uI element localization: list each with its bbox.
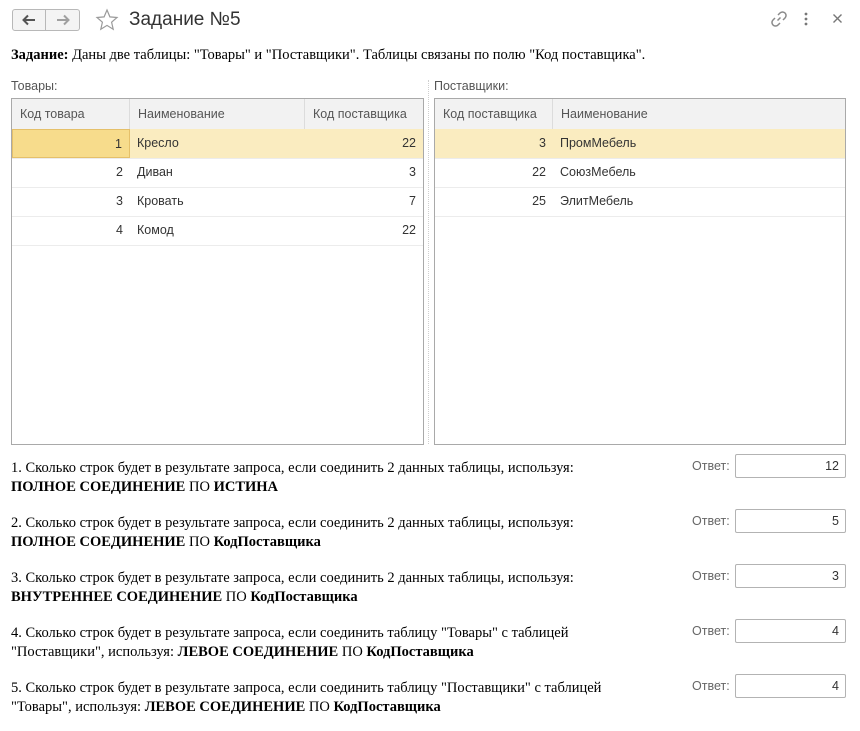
cell-code[interactable]: 1: [12, 129, 130, 158]
question-text: 5. Сколько строк будет в результате запр…: [11, 680, 602, 696]
suppliers-table[interactable]: Код поставщика Наименование 3 ПромМебель…: [434, 98, 846, 445]
cell-supplier-code[interactable]: 7: [305, 187, 423, 216]
question-condition: ПОЛНОЕ СОЕДИНЕНИЕ ПО КодПоставщика: [11, 533, 574, 552]
table-row[interactable]: 1 Кресло 22: [12, 129, 423, 159]
answer-input-2[interactable]: [735, 509, 846, 533]
suppliers-table-label: Поставщики:: [434, 79, 509, 93]
answer-label: Ответ:: [692, 679, 730, 693]
cell-code[interactable]: 3: [12, 187, 130, 216]
join-condition: КодПоставщика: [213, 534, 321, 550]
join-keyword: ПО: [222, 589, 251, 605]
task-description: Задание: Даны две таблицы: "Товары" и "П…: [11, 47, 645, 64]
question-text: 3. Сколько строк будет в результате запр…: [11, 570, 574, 586]
join-keyword: ПО: [338, 644, 367, 660]
table-row[interactable]: 3 ПромМебель: [435, 129, 845, 159]
cell-name[interactable]: ЭлитМебель: [553, 187, 845, 216]
cell-supplier-code[interactable]: 3: [435, 129, 553, 158]
arrow-right-icon: [56, 14, 70, 26]
cell-supplier-code[interactable]: 3: [305, 158, 423, 187]
question-condition: "Товары", используя: ЛЕВОЕ СОЕДИНЕНИЕ ПО…: [11, 698, 601, 717]
suppliers-table-header: Код поставщика Наименование: [435, 99, 845, 130]
task-text: Даны две таблицы: "Товары" и "Поставщики…: [68, 47, 646, 63]
group-separator: [428, 80, 429, 444]
close-icon[interactable]: [832, 13, 843, 24]
cell-code[interactable]: 4: [12, 216, 130, 245]
answer-input-4[interactable]: [735, 619, 846, 643]
join-type: ЛЕВОЕ СОЕДИНЕНИЕ: [144, 699, 306, 715]
cell-name[interactable]: Кресло: [130, 129, 305, 158]
cell-supplier-code[interactable]: 22: [305, 129, 423, 158]
goods-table-label: Товары:: [11, 79, 58, 93]
join-type: ПОЛНОЕ СОЕДИНЕНИЕ: [11, 479, 186, 495]
question-text-cont: "Поставщики", используя:: [11, 644, 178, 660]
table-row[interactable]: 4 Комод 22: [12, 216, 423, 246]
answer-label: Ответ:: [692, 624, 730, 638]
answer-label: Ответ:: [692, 514, 730, 528]
cell-code[interactable]: 2: [12, 158, 130, 187]
cell-name[interactable]: Кровать: [130, 187, 305, 216]
window-title: Задание №5: [129, 9, 241, 30]
question-1: 1. Сколько строк будет в результате запр…: [11, 459, 574, 497]
join-type: ВНУТРЕННЕЕ СОЕДИНЕНИЕ: [11, 589, 223, 605]
question-5: 5. Сколько строк будет в результате запр…: [11, 679, 601, 717]
join-condition: КодПоставщика: [250, 589, 358, 605]
arrow-left-icon: [22, 14, 35, 26]
link-icon[interactable]: [770, 10, 788, 28]
task-label: Задание:: [11, 47, 69, 63]
goods-table-header: Код товара Наименование Код поставщика: [12, 99, 423, 130]
question-condition: "Поставщики", используя: ЛЕВОЕ СОЕДИНЕНИ…: [11, 643, 569, 662]
forward-button[interactable]: [46, 9, 80, 31]
join-keyword: ПО: [185, 534, 214, 550]
star-icon[interactable]: [95, 8, 119, 32]
column-header-code[interactable]: Код товара: [12, 99, 130, 129]
cell-supplier-code[interactable]: 25: [435, 187, 553, 216]
question-text: 4. Сколько строк будет в результате запр…: [11, 625, 569, 641]
question-condition: ПОЛНОЕ СОЕДИНЕНИЕ ПО ИСТИНА: [11, 478, 574, 497]
question-4: 4. Сколько строк будет в результате запр…: [11, 624, 569, 662]
answer-label: Ответ:: [692, 569, 730, 583]
cell-name[interactable]: СоюзМебель: [553, 158, 845, 187]
join-type: ПОЛНОЕ СОЕДИНЕНИЕ: [11, 534, 186, 550]
table-row[interactable]: 22 СоюзМебель: [435, 158, 845, 188]
goods-table[interactable]: Код товара Наименование Код поставщика 1…: [11, 98, 424, 445]
cell-name[interactable]: ПромМебель: [553, 129, 845, 158]
column-header-name[interactable]: Наименование: [553, 99, 845, 129]
join-keyword: ПО: [305, 699, 334, 715]
join-type: ЛЕВОЕ СОЕДИНЕНИЕ: [177, 644, 339, 660]
table-row[interactable]: 2 Диван 3: [12, 158, 423, 188]
question-2: 2. Сколько строк будет в результате запр…: [11, 514, 574, 552]
more-vertical-icon[interactable]: [802, 11, 810, 27]
back-button[interactable]: [12, 9, 46, 31]
join-condition: КодПоставщика: [366, 644, 474, 660]
answer-input-5[interactable]: [735, 674, 846, 698]
question-text: 1. Сколько строк будет в результате запр…: [11, 460, 574, 476]
question-3: 3. Сколько строк будет в результате запр…: [11, 569, 574, 607]
answer-input-3[interactable]: [735, 564, 846, 588]
table-row[interactable]: 3 Кровать 7: [12, 187, 423, 217]
join-condition: КодПоставщика: [333, 699, 441, 715]
table-row[interactable]: 25 ЭлитМебель: [435, 187, 845, 217]
cell-name[interactable]: Комод: [130, 216, 305, 245]
question-condition: ВНУТРЕННЕЕ СОЕДИНЕНИЕ ПО КодПоставщика: [11, 588, 574, 607]
column-header-name[interactable]: Наименование: [130, 99, 305, 129]
cell-name[interactable]: Диван: [130, 158, 305, 187]
column-header-supplier-code[interactable]: Код поставщика: [435, 99, 553, 129]
cell-supplier-code[interactable]: 22: [305, 216, 423, 245]
answer-label: Ответ:: [692, 459, 730, 473]
answer-input-1[interactable]: [735, 454, 846, 478]
column-header-supplier-code[interactable]: Код поставщика: [305, 99, 424, 129]
join-keyword: ПО: [185, 479, 214, 495]
join-condition: ИСТИНА: [213, 479, 279, 495]
question-text: 2. Сколько строк будет в результате запр…: [11, 515, 574, 531]
cell-supplier-code[interactable]: 22: [435, 158, 553, 187]
question-text-cont: "Товары", используя:: [11, 699, 145, 715]
